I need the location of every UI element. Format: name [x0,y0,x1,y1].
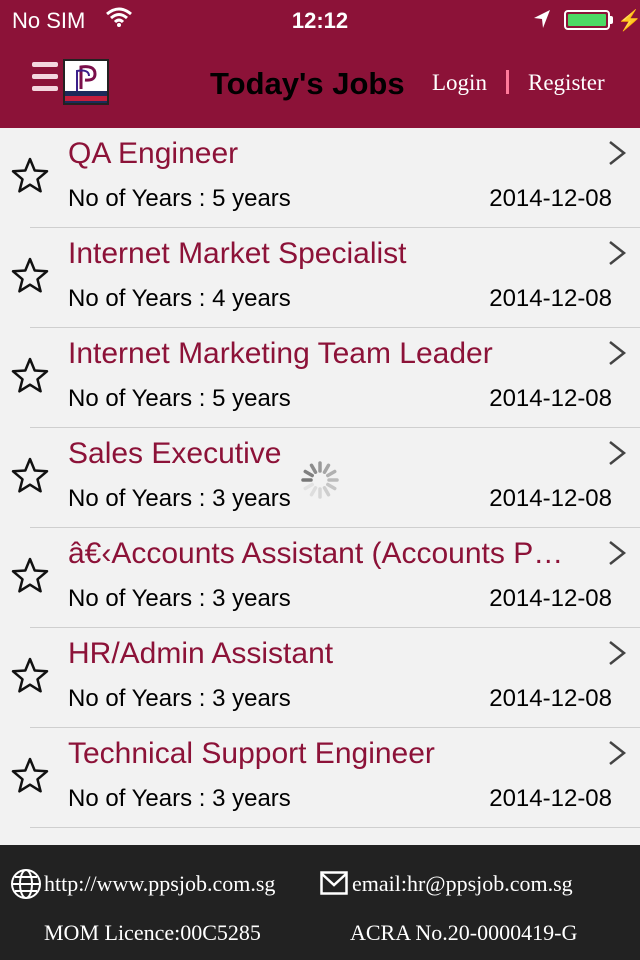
nav-bar: Today's Jobs Login Register [0,40,640,128]
login-link[interactable]: Login [432,70,487,96]
job-title: â€‹Accounts Assistant (Accounts Payable) [68,537,568,570]
job-date: 2014-12-08 [489,185,612,212]
star-outline-icon[interactable] [11,356,49,394]
job-experience: No of Years : 3 years [68,785,291,812]
globe-icon [11,869,41,899]
star-outline-icon[interactable] [11,256,49,294]
mom-licence: MOM Licence:00C5285 [44,920,261,945]
acra-number: ACRA No.20-0000419-G [350,920,578,945]
charging-bolt-icon: ⚡ [617,10,640,32]
battery-icon [564,10,610,30]
chevron-right-icon [609,641,627,665]
job-row[interactable]: Internet Market Specialist No of Years :… [0,228,640,328]
job-experience: No of Years : 3 years [68,685,291,712]
job-title: HR/Admin Assistant [68,637,334,670]
job-row[interactable]: HR/Admin Assistant No of Years : 3 years… [0,628,640,728]
chevron-right-icon [609,741,627,765]
pps-logo [63,59,109,105]
star-outline-icon[interactable] [11,656,49,694]
job-title: QA Engineer [68,137,239,170]
location-arrow-icon [534,10,550,28]
loading-spinner [301,461,339,499]
job-date: 2014-12-08 [489,385,612,412]
chevron-right-icon [609,241,627,265]
email-link[interactable]: email:hr@ppsjob.com.sg [352,871,573,897]
footer: http://www.ppsjob.com.sg email:hr@ppsjob… [0,845,640,960]
star-outline-icon[interactable] [11,556,49,594]
job-date: 2014-12-08 [489,785,612,812]
job-date: 2014-12-08 [489,585,612,612]
star-outline-icon[interactable] [11,756,49,794]
job-experience: No of Years : 5 years [68,385,291,412]
star-outline-icon[interactable] [11,156,49,194]
job-date: 2014-12-08 [489,685,612,712]
job-date: 2014-12-08 [489,485,612,512]
job-title: Internet Marketing Team Leader [68,337,493,370]
star-outline-icon[interactable] [11,456,49,494]
job-row[interactable]: Internet Marketing Team Leader No of Yea… [0,328,640,428]
register-link[interactable]: Register [528,70,605,96]
battery-tip [610,16,613,24]
job-title: Technical Support Engineer [68,737,435,770]
nav-divider [506,70,509,94]
job-experience: No of Years : 3 years [68,585,291,612]
job-experience: No of Years : 4 years [68,285,291,312]
chevron-right-icon [609,441,627,465]
job-date: 2014-12-08 [489,285,612,312]
website-link[interactable]: http://www.ppsjob.com.sg [44,871,275,897]
job-row[interactable]: â€‹Accounts Assistant (Accounts Payable)… [0,528,640,628]
job-experience: No of Years : 3 years [68,485,291,512]
job-row[interactable]: Technical Support Engineer No of Years :… [0,728,640,828]
chevron-right-icon [609,541,627,565]
row-divider [30,827,640,828]
status-bar: No SIM 12:12 ⚡ [0,0,640,40]
job-experience: No of Years : 5 years [68,185,291,212]
job-title: Internet Market Specialist [68,237,407,270]
mail-icon [320,871,348,895]
page-title: Today's Jobs [210,66,405,101]
chevron-right-icon [609,341,627,365]
job-row[interactable]: QA Engineer No of Years : 5 years 2014-1… [0,128,640,228]
menu-icon[interactable] [32,62,58,102]
chevron-right-icon [609,141,627,165]
